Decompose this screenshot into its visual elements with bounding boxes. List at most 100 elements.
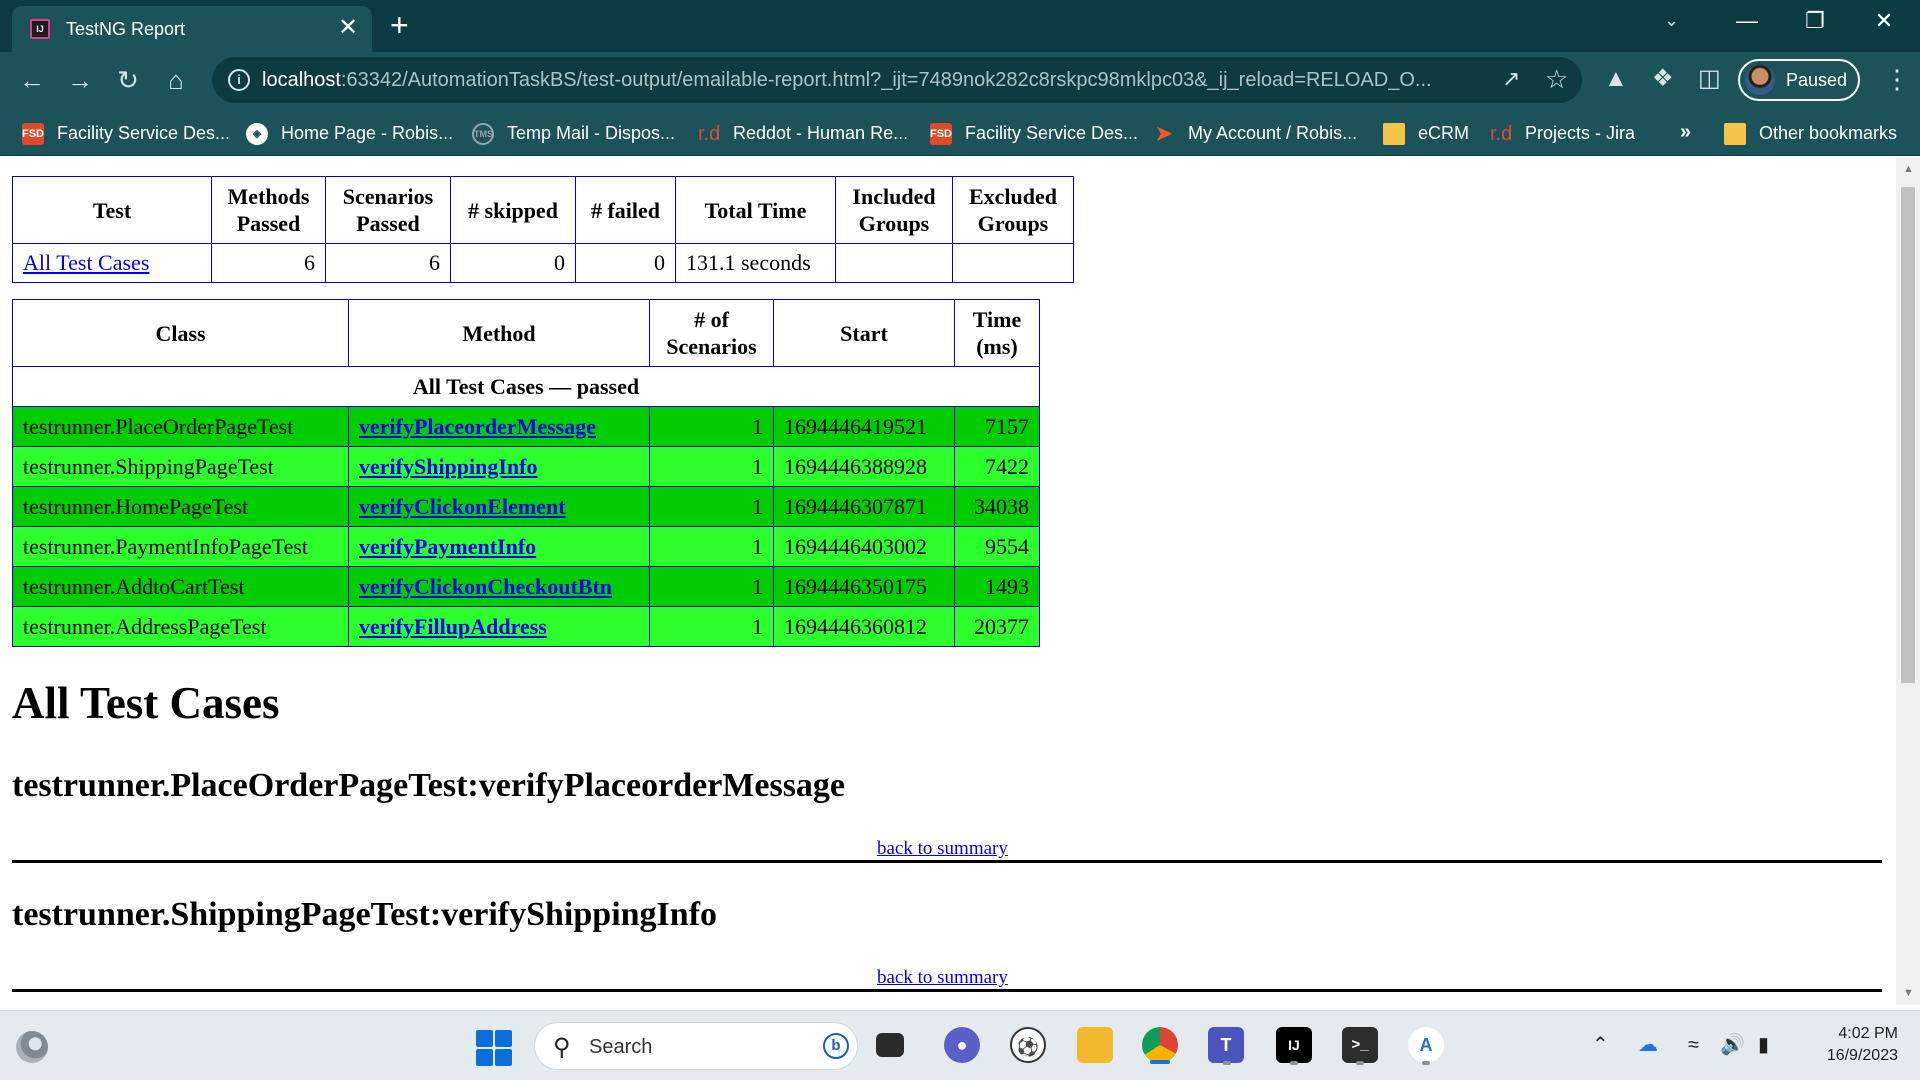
taskbar-search[interactable]: ⚲ Search b [534, 1022, 858, 1070]
intellij-favicon-icon: IJ [30, 19, 50, 39]
table-row: testrunner.AddtoCartTest verifyClickonCh… [12, 566, 1040, 607]
time-cell: 20377 [954, 606, 1040, 647]
bookmark-label: Other bookmarks [1759, 123, 1898, 143]
bookmark-item[interactable]: ◈ Home Page - Robis... [246, 122, 453, 146]
method-link[interactable]: verifyClickonElement [359, 494, 566, 519]
summary-header-row: Test Methods Passed Scenarios Passed # s… [12, 176, 1074, 244]
bookmark-item[interactable]: eCRM [1383, 122, 1469, 146]
extensions-puzzle-icon[interactable]: ❖ [1652, 64, 1674, 94]
bookmark-label: Facility Service Des... [965, 123, 1139, 143]
appium-icon[interactable]: A [1408, 1027, 1444, 1063]
file-explorer-icon[interactable] [1077, 1027, 1113, 1063]
teams-icon[interactable]: T [1208, 1027, 1244, 1063]
windows-logo-tile [495, 1049, 512, 1066]
summary-table: Test Methods Passed Scenarios Passed # s… [12, 176, 1074, 283]
bookmark-item[interactable]: r.d Projects - Jira [1490, 122, 1635, 146]
game-app-icon[interactable]: ⚽ [1010, 1027, 1046, 1063]
home-icon[interactable]: ⌂ [158, 62, 194, 98]
bookmark-label: Facility Service Des... [57, 123, 231, 143]
bookmark-item[interactable]: FSD Facility Service Des... [930, 122, 1138, 146]
start-button[interactable] [476, 1030, 512, 1066]
menu-kebab-icon[interactable]: ⋮ [1884, 64, 1910, 94]
all-test-cases-link[interactable]: All Test Cases [23, 250, 149, 275]
back-arrow-icon[interactable]: ← [14, 62, 50, 98]
method-link[interactable]: verifyClickonCheckoutBtn [359, 574, 612, 599]
onedrive-icon[interactable]: ☁ [1638, 1032, 1658, 1058]
weather-widget-icon[interactable] [16, 1031, 48, 1063]
method-link[interactable]: verifyPaymentInfo [359, 534, 536, 559]
method-link[interactable]: verifyShippingInfo [359, 454, 538, 479]
bookmark-item[interactable]: FSD Facility Service Des... [22, 122, 230, 146]
side-panel-icon[interactable]: ◫ [1698, 64, 1721, 94]
show-hidden-icons-chevron[interactable]: ⌃ [1592, 1032, 1609, 1058]
scroll-down-icon[interactable]: ▼ [1903, 987, 1914, 999]
terminal-icon[interactable]: >_ [1342, 1027, 1378, 1063]
volume-icon[interactable]: 🔊 [1720, 1032, 1745, 1058]
taskbar: ⚲ Search b ● ⚽ T IJ >_ A ⌃ ☁ ≈ 🔊 ▮ 4:02 … [0, 1010, 1920, 1080]
restore-icon[interactable]: ❐ [1795, 6, 1835, 36]
column-header: Method [348, 299, 650, 367]
intellij-icon[interactable]: IJ [1276, 1027, 1312, 1063]
reload-icon[interactable]: ↻ [110, 62, 146, 98]
window-close-icon[interactable]: ✕ [1864, 6, 1904, 36]
browser-titlebar: IJ TestNG Report ✕ + ⌄ — ❐ ✕ [0, 0, 1920, 52]
scenarios-cell: 1 [649, 526, 774, 567]
new-tab-button[interactable]: + [390, 8, 409, 42]
windows-logo-tile [495, 1030, 512, 1047]
method-link[interactable]: verifyPlaceorderMessage [359, 414, 596, 439]
bookmark-item[interactable]: Other bookmarks [1724, 122, 1897, 146]
bookmark-item[interactable]: r.d Reddot - Human Re... [698, 122, 908, 146]
account-icon: ➤ [1155, 123, 1173, 146]
scenarios-cell: 1 [649, 446, 774, 487]
browser-toolbar: ← → ↻ ⌂ i localhost:63342/AutomationTask… [0, 52, 1920, 110]
forward-arrow-icon[interactable]: → [62, 62, 98, 98]
class-cell: testrunner.ShippingPageTest [12, 446, 349, 487]
scenarios-cell: 1 [649, 486, 774, 527]
minimize-icon[interactable]: — [1727, 6, 1767, 36]
search-icon: ⚲ [553, 1034, 571, 1061]
bing-icon[interactable]: b [823, 1033, 849, 1059]
extension-icon[interactable]: ▲ [1604, 64, 1628, 94]
bookmark-label: Home Page - Robis... [281, 123, 454, 143]
bookmarks-bar: FSD Facility Service Des... ◈ Home Page - … [0, 110, 1920, 156]
address-bar[interactable]: i localhost:63342/AutomationTaskBS/test-… [212, 57, 1582, 103]
back-to-summary-link[interactable]: back to summary [877, 967, 1008, 989]
back-to-summary-link[interactable]: back to summary [877, 838, 1008, 860]
profile-button[interactable]: Paused [1738, 59, 1860, 101]
method-cell: verifyFillupAddress [348, 606, 650, 647]
method-link[interactable]: verifyFillupAddress [359, 614, 547, 639]
column-header: Start [773, 299, 955, 367]
scrollbar-thumb[interactable] [1901, 187, 1915, 683]
task-view-icon[interactable] [876, 1033, 904, 1057]
column-header: Scenarios Passed [325, 176, 451, 244]
clock[interactable]: 4:02 PM 16/9/2023 [1798, 1023, 1898, 1067]
bookmark-label: Reddot - Human Re... [733, 123, 909, 143]
more-bookmarks-chevron[interactable]: » [1680, 121, 1691, 144]
total-time-cell: 131.1 seconds [675, 243, 836, 283]
tab-search-chevron-icon[interactable]: ⌄ [1664, 10, 1679, 31]
column-header: Class [12, 299, 349, 367]
active-tab[interactable]: IJ TestNG Report ✕ [12, 6, 372, 52]
teams-chat-icon[interactable]: ● [944, 1027, 980, 1063]
scenarios-cell: 1 [649, 566, 774, 607]
bookmark-item[interactable]: TMS Temp Mail - Dispos... [472, 122, 675, 146]
start-cell: 1694446403002 [773, 526, 955, 567]
share-icon[interactable]: ↗ [1502, 66, 1520, 92]
chrome-icon[interactable] [1142, 1027, 1178, 1063]
windows-logo-tile [476, 1030, 493, 1047]
site-info-icon[interactable]: i [228, 69, 250, 91]
close-tab-icon[interactable]: ✕ [338, 15, 358, 41]
skipped-cell: 0 [450, 243, 576, 283]
address-url[interactable]: localhost:63342/AutomationTaskBS/test-ou… [262, 69, 1462, 92]
tab-title: TestNG Report [66, 19, 186, 39]
start-cell: 1694446307871 [773, 486, 955, 527]
test-cell: All Test Cases [12, 243, 212, 283]
table-row: testrunner.AddressPageTest verifyFillupA… [12, 606, 1040, 647]
wifi-icon[interactable]: ≈ [1688, 1032, 1699, 1058]
scroll-up-icon[interactable]: ▲ [1903, 163, 1914, 175]
bookmark-item[interactable]: ➤ My Account / Robis... [1153, 122, 1357, 146]
vertical-scrollbar[interactable]: ▲ ▼ [1896, 157, 1920, 1005]
battery-icon[interactable]: ▮ [1758, 1032, 1769, 1058]
start-cell: 1694446419521 [773, 406, 955, 447]
bookmark-star-icon[interactable]: ☆ [1545, 64, 1568, 95]
